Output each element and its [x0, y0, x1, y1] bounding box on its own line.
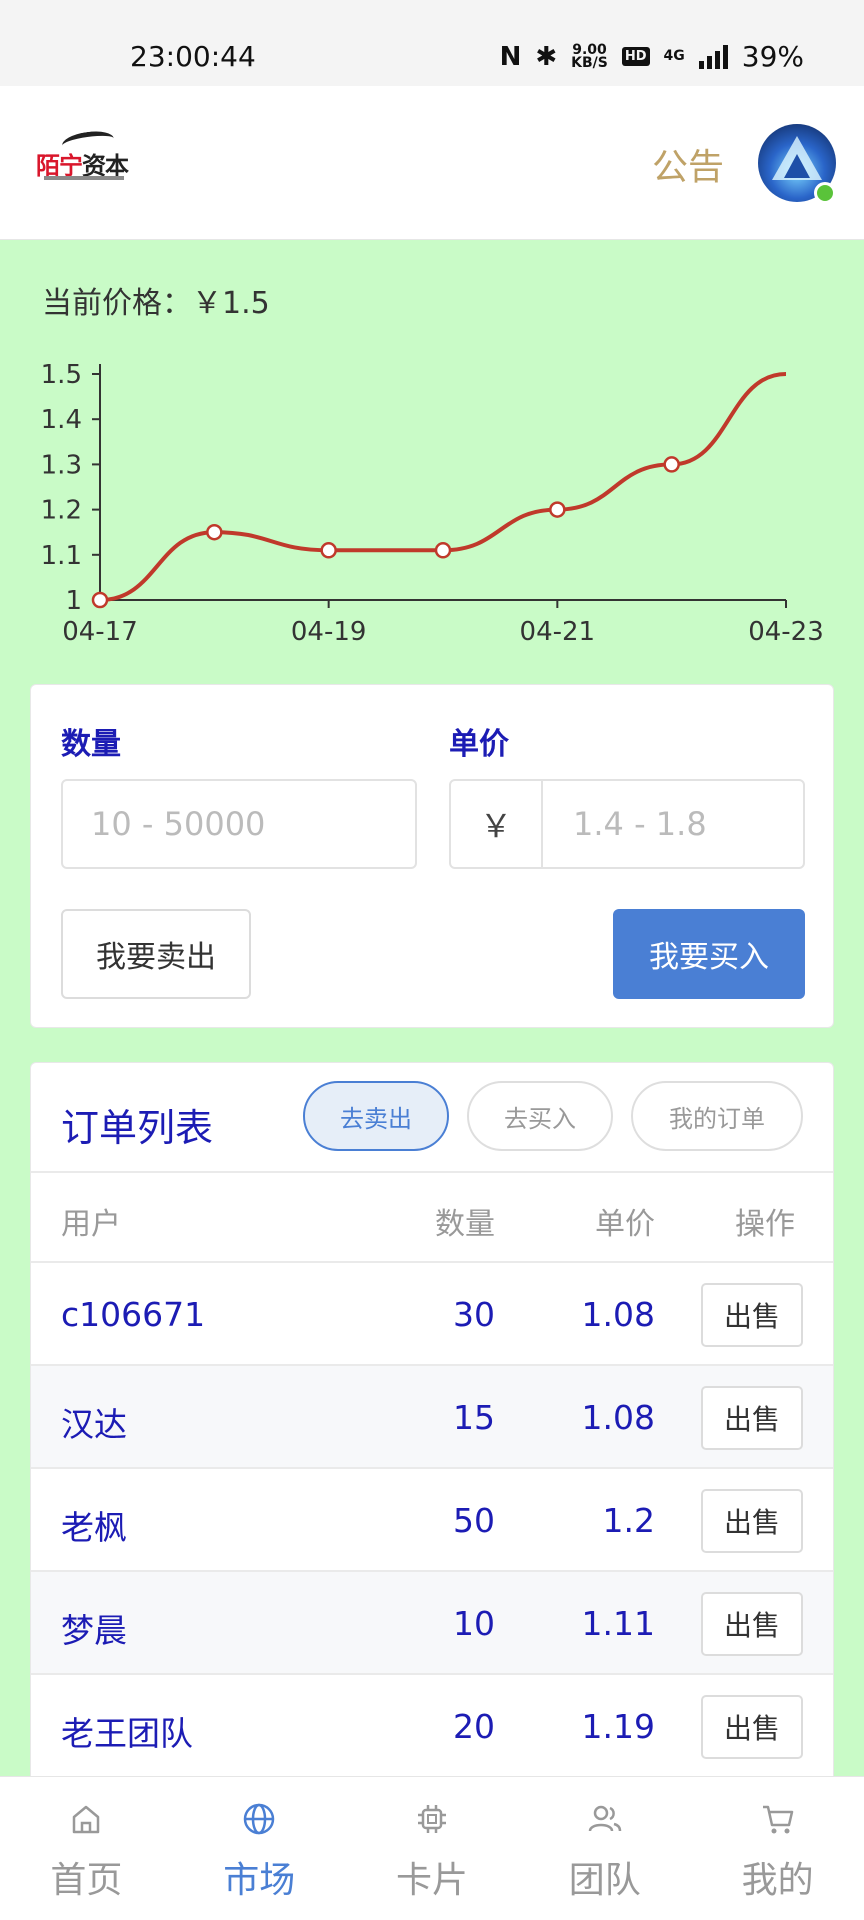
- current-price: 当前价格：￥1.5: [42, 278, 270, 322]
- table-row: 汉达 15 1.08 出售: [31, 1366, 833, 1469]
- quantity-label: 数量: [61, 727, 121, 762]
- tab-market[interactable]: 市场: [173, 1777, 346, 1920]
- app-header: 陌宁资本 公告: [0, 86, 864, 240]
- row-user: 老枫: [61, 1508, 127, 1547]
- sell-row-button[interactable]: 出售: [701, 1695, 803, 1759]
- tab-cards-label: 卡片: [395, 1860, 468, 1901]
- tab-team[interactable]: 团队: [518, 1777, 691, 1920]
- tab-go-buy[interactable]: 去买入: [467, 1081, 613, 1151]
- current-price-value: ￥1.5: [192, 286, 270, 321]
- currency-addon: ￥: [451, 781, 543, 867]
- order-table-header: 用户 数量 单价 操作: [31, 1171, 833, 1263]
- tab-my-orders[interactable]: 我的订单: [631, 1081, 803, 1151]
- row-price: 1.11: [581, 1604, 655, 1643]
- tab-mine-label: 我的: [741, 1860, 814, 1901]
- sell-row-button[interactable]: 出售: [701, 1489, 803, 1553]
- status-icons: N ✱ 9.00 KB/S HD 4G 39%: [500, 40, 804, 73]
- col-user: 用户: [61, 1207, 121, 1242]
- row-user: c106671: [61, 1295, 206, 1334]
- quantity-field-box: [61, 779, 417, 869]
- row-user: 汉达: [61, 1405, 127, 1444]
- y-tick-label: 1.2: [41, 496, 82, 526]
- data-point: [91, 591, 109, 609]
- y-tick-label: 1.4: [41, 405, 82, 435]
- price-chart: 1 1.1 1.2 1.3 1.4 1.5 04-17 04-19 04-21 04-23: [41, 360, 824, 647]
- network-type: 4G: [663, 48, 685, 64]
- row-quantity: 15: [453, 1398, 495, 1437]
- quantity-input[interactable]: [63, 781, 415, 867]
- order-list-title: 订单列表: [61, 1106, 214, 1150]
- tab-mine[interactable]: 我的: [691, 1777, 864, 1920]
- data-point: [434, 542, 452, 559]
- row-quantity: 10: [453, 1604, 495, 1643]
- y-tick-label: 1: [65, 586, 82, 616]
- table-row: 老王团队 20 1.19 出售: [31, 1675, 833, 1778]
- col-action: 操作: [735, 1207, 795, 1242]
- chip-icon: [417, 1805, 446, 1833]
- battery-level: 39%: [741, 40, 804, 73]
- home-icon: [73, 1805, 100, 1834]
- x-tick-label: 04-17: [62, 617, 138, 647]
- x-tick-label: 04-19: [291, 617, 367, 647]
- x-tick-label: 04-23: [748, 617, 824, 647]
- signal-icon: [698, 44, 728, 69]
- net-speed: 9.00 KB/S: [571, 43, 608, 71]
- current-price-label: 当前价格：: [42, 286, 192, 321]
- row-quantity: 50: [453, 1501, 495, 1540]
- bottom-tab-bar: 首页 市场 卡片 团队 我的: [0, 1776, 864, 1920]
- data-point: [206, 523, 223, 541]
- tab-cards[interactable]: 卡片: [346, 1777, 519, 1920]
- team-icon: [588, 1805, 622, 1832]
- status-bar: 23:00:44 N ✱ 9.00 KB/S HD 4G 39%: [0, 0, 864, 86]
- y-tick-label: 1.3: [41, 450, 82, 480]
- globe-icon: [243, 1803, 275, 1835]
- col-unit-price: 单价: [595, 1207, 655, 1242]
- data-point: [663, 456, 680, 473]
- tab-home-label: 首页: [50, 1860, 123, 1901]
- tab-team-label: 团队: [568, 1860, 641, 1901]
- app-logo: 陌宁资本: [36, 128, 132, 188]
- row-user: 老王团队: [61, 1714, 193, 1753]
- tab-market-label: 市场: [223, 1860, 296, 1901]
- y-tick-label: 1.5: [41, 360, 82, 390]
- online-status-dot: [814, 182, 836, 204]
- nfc-icon: N: [499, 41, 522, 72]
- hd-icon: HD: [621, 47, 650, 66]
- bluetooth-icon: ✱: [535, 41, 558, 72]
- sell-button[interactable]: 我要卖出: [61, 909, 251, 999]
- unit-price-field-box: ￥: [449, 779, 805, 869]
- data-point: [320, 542, 337, 559]
- row-price: 1.19: [581, 1707, 655, 1746]
- sell-row-button[interactable]: 出售: [701, 1386, 803, 1450]
- price-series-line: [99, 372, 787, 602]
- unit-price-label: 单价: [449, 727, 509, 762]
- tab-home[interactable]: 首页: [0, 1777, 173, 1920]
- x-tick-label: 04-21: [520, 617, 596, 647]
- row-price: 1.08: [581, 1398, 655, 1437]
- tab-go-sell[interactable]: 去卖出: [303, 1081, 449, 1151]
- table-row: 老枫 50 1.2 出售: [31, 1469, 833, 1572]
- table-row: c106671 30 1.08 出售: [31, 1263, 833, 1366]
- row-price: 1.2: [602, 1501, 655, 1540]
- y-tick-label: 1.1: [41, 541, 82, 571]
- trade-form: 数量 单价 ￥ 我要卖出 我要买入: [30, 684, 834, 1028]
- net-speed-unit: KB/S: [571, 54, 608, 71]
- status-time: 23:00:44: [130, 40, 256, 73]
- row-user: 梦晨: [61, 1611, 127, 1650]
- row-quantity: 20: [453, 1707, 495, 1746]
- row-quantity: 30: [453, 1295, 495, 1334]
- row-price: 1.08: [581, 1295, 655, 1334]
- col-quantity: 数量: [435, 1207, 495, 1242]
- cart-icon: [762, 1805, 793, 1834]
- data-point: [549, 501, 566, 518]
- buy-button[interactable]: 我要买入: [613, 909, 805, 999]
- sell-row-button[interactable]: 出售: [701, 1283, 803, 1347]
- notice-link[interactable]: 公告: [652, 138, 724, 190]
- table-row: 梦晨 10 1.11 出售: [31, 1572, 833, 1675]
- order-list: 订单列表 去卖出 去买入 我的订单 用户 数量 单价 操作 c106671 30…: [30, 1062, 834, 1782]
- sell-row-button[interactable]: 出售: [701, 1592, 803, 1656]
